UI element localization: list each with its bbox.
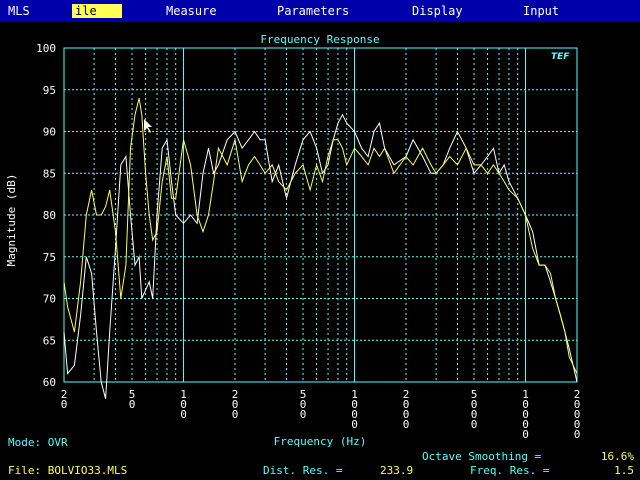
y-tick-label: 60 xyxy=(43,376,56,389)
dist-res-value: 233.9 xyxy=(380,464,414,477)
x-tick-label: 20000 xyxy=(574,388,581,441)
x-tick-label: 50 xyxy=(129,388,136,411)
x-tick-label: 100 xyxy=(180,388,187,421)
freq-res-label: Freq. Res. = xyxy=(470,464,550,477)
x-tick-label: 2000 xyxy=(403,388,410,431)
chart-title: Frequency Response xyxy=(260,33,379,46)
mode-status: Mode: OVR xyxy=(8,436,68,449)
y-tick-label: 75 xyxy=(43,251,56,264)
x-tick-label: 1000 xyxy=(351,388,358,431)
x-axis-label: Frequency (Hz) xyxy=(274,435,367,448)
tef-logo-text: TEF xyxy=(551,52,570,62)
frequency-response-chart: Frequency Response Magnitude (dB) Freque… xyxy=(5,33,580,448)
x-tick-label: 5000 xyxy=(471,388,478,431)
chart-series xyxy=(63,97,578,399)
file-status: File: BOLVIO33.MLS xyxy=(8,464,127,477)
mode-value: OVR xyxy=(47,436,68,449)
file-label: File: xyxy=(8,464,42,477)
file-value: BOLVIO33.MLS xyxy=(47,464,128,477)
chart-ticks: 100 95 90 85 80 75 70 65 60 2 0 5 0 1 0 0 2 0 0 5 0 0 1 0 0 0 2 0 0 0… xyxy=(36,42,580,441)
octave-smoothing-value: 16.6% xyxy=(600,450,634,463)
x-tick-label: 200 xyxy=(232,388,239,421)
tef-logo: TEF xyxy=(551,52,570,62)
series-line-yellow xyxy=(63,97,578,374)
mode-label: Mode: xyxy=(8,436,42,449)
x-tick-label: 20 xyxy=(61,388,68,411)
y-tick-label: 65 xyxy=(43,334,56,347)
x-tick-label: 10000 xyxy=(522,388,529,441)
chart-grid xyxy=(63,47,578,383)
y-tick-label: 80 xyxy=(43,209,56,222)
octave-smoothing-label: Octave Smoothing = xyxy=(422,450,542,463)
y-tick-label: 85 xyxy=(43,167,56,180)
y-tick-label: 90 xyxy=(43,126,56,139)
y-axis-label: Magnitude (dB) xyxy=(5,174,18,267)
dist-res-label: Dist. Res. = xyxy=(263,464,343,477)
x-tick-label: 500 xyxy=(300,388,307,421)
mouse-cursor-icon xyxy=(144,119,152,133)
y-tick-label: 70 xyxy=(43,293,56,306)
y-tick-label: 95 xyxy=(43,84,56,97)
y-tick-label: 100 xyxy=(36,42,56,55)
freq-res-value: 1.5 xyxy=(614,464,634,477)
